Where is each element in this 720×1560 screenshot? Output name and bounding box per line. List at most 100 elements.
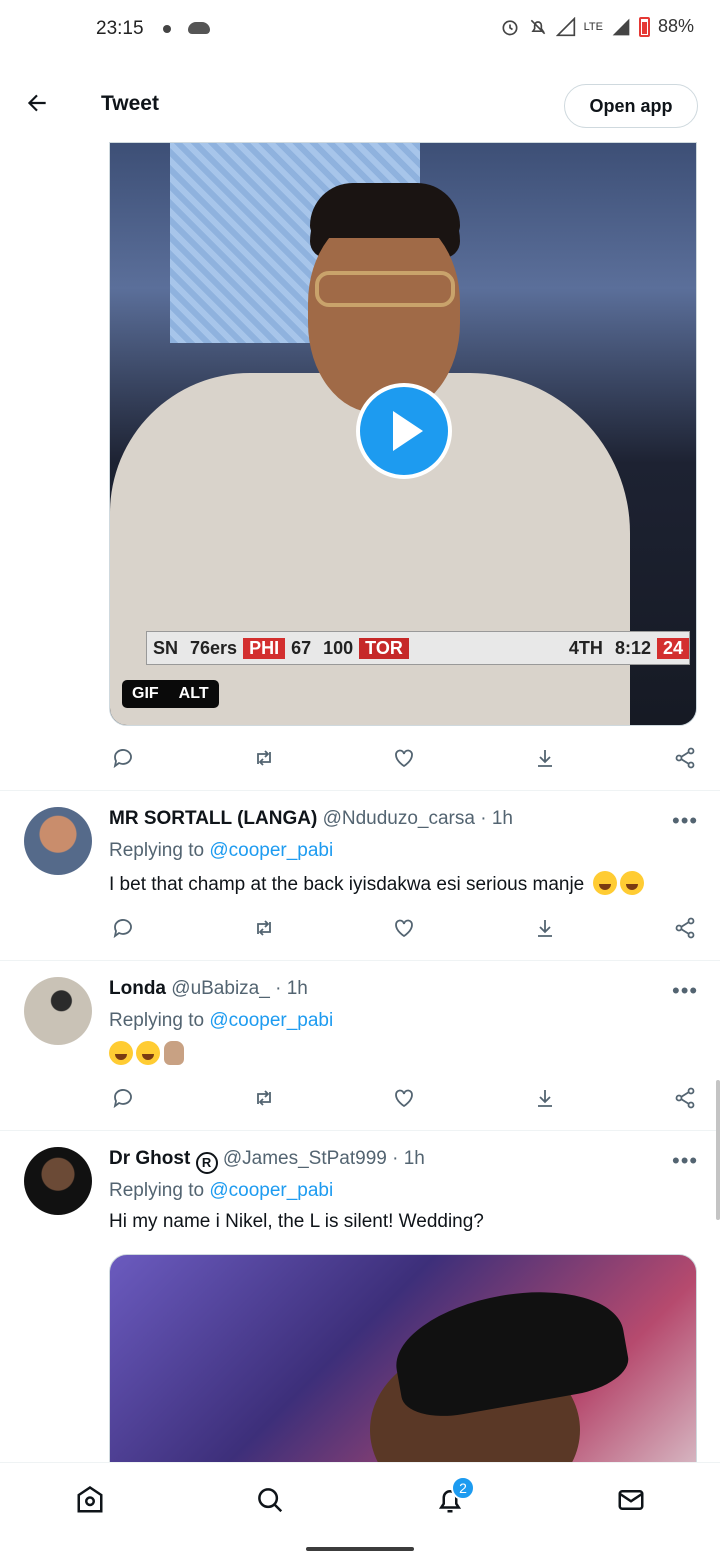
- replying-to: Replying to @cooper_pabi: [109, 840, 333, 862]
- reply-text: [109, 1041, 184, 1066]
- battery-icon: [638, 16, 650, 37]
- gif-badge: GIF: [132, 685, 159, 702]
- download-icon: [537, 1090, 552, 1107]
- bookmark-button[interactable]: [531, 744, 559, 772]
- replying-prefix: Replying to: [109, 840, 205, 861]
- notification-dot-icon: [163, 25, 171, 33]
- more-options-icon[interactable]: •••: [672, 1148, 698, 1174]
- bookmark-button[interactable]: [531, 914, 559, 942]
- retweet-button[interactable]: [250, 1084, 278, 1112]
- retweet-button[interactable]: [250, 744, 278, 772]
- share-button[interactable]: [671, 914, 699, 942]
- heart-icon: [395, 1089, 413, 1108]
- reply-text: I bet that champ at the back iyisdakwa e…: [109, 871, 644, 896]
- page-title: Tweet: [101, 92, 159, 115]
- nav-search[interactable]: [253, 1483, 287, 1517]
- reply-button[interactable]: [109, 744, 137, 772]
- scrollbar[interactable]: [716, 1080, 720, 1220]
- like-button[interactable]: [390, 914, 418, 942]
- author-name[interactable]: Dr Ghost: [109, 1148, 190, 1169]
- play-icon: [393, 411, 423, 451]
- crossed-fingers-emoji-icon: [164, 1041, 184, 1065]
- alt-badge[interactable]: ALT: [169, 680, 219, 708]
- share-icon: [675, 747, 695, 769]
- author-handle[interactable]: @Nduduzo_carsa: [323, 808, 475, 829]
- tweet-time: · 1h: [392, 1148, 425, 1169]
- share-button[interactable]: [671, 744, 699, 772]
- divider: [0, 1130, 720, 1131]
- reply-button[interactable]: [109, 914, 137, 942]
- bookmark-button[interactable]: [531, 1084, 559, 1112]
- share-button[interactable]: [671, 1084, 699, 1112]
- like-button[interactable]: [390, 1084, 418, 1112]
- comment-icon: [113, 919, 132, 939]
- replying-prefix: Replying to: [109, 1010, 205, 1031]
- open-app-button[interactable]: Open app: [564, 84, 698, 128]
- author-name[interactable]: MR SORTALL (LANGA): [109, 808, 317, 829]
- media-badges: GIF ALT: [122, 680, 219, 708]
- mute-icon: [530, 19, 545, 34]
- author-name[interactable]: Londa: [109, 978, 166, 999]
- tweet-gif-media[interactable]: SN 76ers PHI 67 100 TOR 4TH 8:12 24 GIF …: [109, 142, 697, 726]
- notification-count-badge: 2: [451, 1476, 475, 1500]
- nav-home[interactable]: [73, 1483, 107, 1517]
- avatar[interactable]: [24, 1147, 92, 1215]
- back-button[interactable]: [22, 88, 52, 118]
- reply-header: MR SORTALL (LANGA) @Nduduzo_carsa · 1h: [109, 808, 513, 830]
- retweet-icon: [256, 1090, 271, 1106]
- scoreboard-score: 100: [323, 637, 354, 658]
- reply-header: Dr Ghost R @James_StPat999 · 1h: [109, 1148, 425, 1174]
- play-button[interactable]: [356, 383, 452, 479]
- avatar[interactable]: [24, 977, 92, 1045]
- image-subject-hat: [387, 1275, 633, 1425]
- scoreboard-network: SN: [153, 637, 179, 658]
- laughing-emoji-icon: [592, 871, 617, 895]
- reply-image-media[interactable]: [109, 1254, 697, 1484]
- reply-actions: [109, 1081, 699, 1115]
- author-handle[interactable]: @uBabiza_: [171, 978, 270, 999]
- replying-handle-link[interactable]: @cooper_pabi: [209, 1010, 333, 1031]
- laughing-emoji-icon: [619, 871, 644, 895]
- subject-face: [308, 213, 460, 413]
- top-bar: Tweet Open app: [0, 70, 720, 142]
- retweet-icon: [256, 750, 271, 766]
- replying-prefix: Replying to: [109, 1180, 205, 1201]
- nav-messages[interactable]: [614, 1483, 648, 1517]
- signal-icon: [612, 18, 630, 35]
- replying-handle-link[interactable]: @cooper_pabi: [209, 840, 333, 861]
- reply-actions: [109, 911, 699, 945]
- signal-icon: [555, 16, 575, 36]
- scoreboard-shotclock: 24: [656, 637, 689, 659]
- arrow-left-icon: [27, 94, 46, 112]
- divider: [0, 960, 720, 961]
- bottom-nav: 2: [0, 1462, 720, 1536]
- like-button[interactable]: [390, 744, 418, 772]
- author-handle[interactable]: @James_StPat999: [223, 1148, 387, 1169]
- replying-handle-link[interactable]: @cooper_pabi: [209, 1180, 333, 1201]
- scoreboard-clock: 8:12: [614, 637, 651, 658]
- replying-to: Replying to @cooper_pabi: [109, 1180, 333, 1202]
- more-options-icon[interactable]: •••: [672, 978, 698, 1004]
- network-type: LTE: [583, 20, 603, 33]
- subject-hair-top: [310, 183, 460, 238]
- status-right: LTE 88%: [500, 16, 694, 37]
- download-icon: [537, 750, 552, 767]
- avatar[interactable]: [24, 807, 92, 875]
- gesture-bar[interactable]: [306, 1547, 414, 1551]
- scoreboard-quarter: 4TH: [568, 637, 603, 658]
- retweet-button[interactable]: [250, 914, 278, 942]
- tweet-actions: [109, 741, 699, 775]
- download-icon: [537, 920, 552, 937]
- scoreboard: SN 76ers PHI 67 100 TOR 4TH 8:12 24: [146, 631, 690, 665]
- status-time: 23:15: [96, 18, 144, 39]
- registered-badge-icon: R: [195, 1151, 218, 1174]
- more-options-icon[interactable]: •••: [672, 808, 698, 834]
- replying-to: Replying to @cooper_pabi: [109, 1010, 333, 1032]
- retweet-icon: [256, 920, 271, 936]
- divider: [0, 790, 720, 791]
- share-icon: [675, 917, 695, 939]
- subject-glasses: [315, 271, 455, 307]
- heart-icon: [395, 749, 413, 768]
- battery-percent: 88%: [657, 16, 694, 36]
- reply-button[interactable]: [109, 1084, 137, 1112]
